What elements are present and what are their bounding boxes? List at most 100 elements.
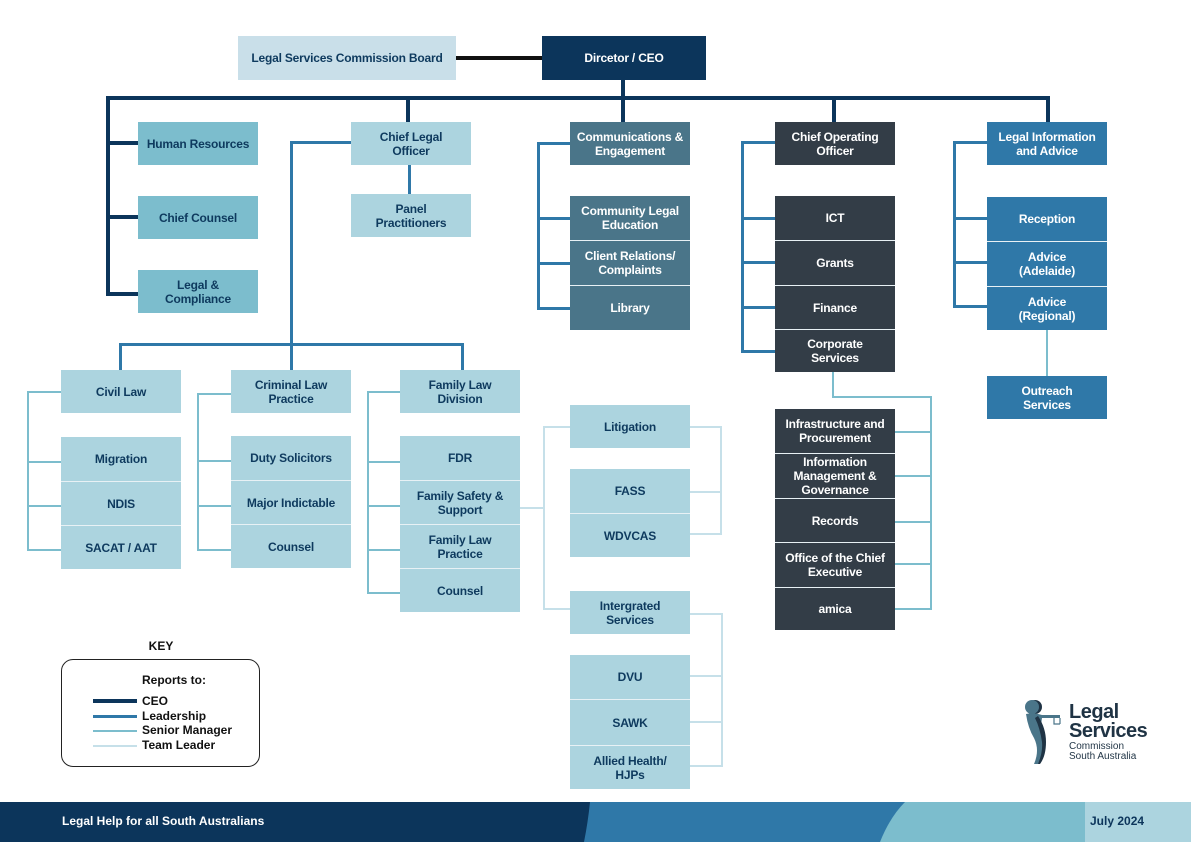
comm-team-label: Client Relations/ Complaints (584, 249, 676, 277)
lia-team-reception[interactable]: Reception (987, 197, 1107, 241)
connector-corp-office (894, 563, 932, 565)
lia-team-advice-adelaide[interactable]: Advice (Adelaide) (987, 241, 1107, 286)
corp-team-amica[interactable]: amica (775, 587, 895, 630)
connector-corp-across (832, 396, 932, 398)
criminal-law-box[interactable]: Criminal Law Practice (231, 370, 351, 413)
litigation-team-label: FASS (614, 484, 646, 498)
connector-family-trunk (367, 391, 369, 594)
family-team-practice[interactable]: Family Law Practice (400, 524, 520, 568)
connector-comm-trunk (537, 142, 540, 309)
connector-civil-migration (27, 461, 62, 463)
connector-lia-trunk (953, 141, 956, 307)
integrated-team-label: SAWK (612, 715, 648, 730)
connector-corp-records (894, 521, 932, 523)
logo-text-services: Services (1069, 720, 1148, 742)
connector-ceo-left-drop (106, 96, 110, 296)
connector-coo-drop (832, 96, 836, 122)
connector-corp-drop (832, 371, 834, 398)
board-box[interactable]: Legal Services Commission Board (238, 36, 456, 80)
civil-law-box[interactable]: Civil Law (61, 370, 181, 413)
panel-practitioners-label: Panel Practitioners (375, 201, 447, 230)
connector-ceo-bar (106, 96, 1050, 100)
comm-team-label: Community Legal Education (581, 204, 679, 232)
coo-label: Chief Operating Officer (791, 129, 879, 158)
connector-family-top (367, 391, 402, 393)
legal-compliance-label: Legal & Compliance (164, 277, 232, 306)
civil-team-ndis[interactable]: NDIS (61, 481, 181, 525)
family-team-label: Family Law Practice (428, 532, 492, 561)
ceo-box[interactable]: Dircetor / CEO (542, 36, 706, 80)
key-label-leadership: Leadership (142, 709, 207, 723)
key-swatch-senior-manager (93, 730, 137, 732)
litigation-box[interactable]: Litigation (570, 405, 690, 448)
connector-civil-ndis (27, 505, 62, 507)
integrated-team-allied-health[interactable]: Allied Health/ HJPs (570, 745, 690, 789)
litigation-label: Litigation (604, 419, 656, 434)
comm-team-cle[interactable]: Community Legal Education (570, 196, 690, 240)
integrated-team-label: DVU (617, 670, 643, 684)
outreach-services-label: Outreach Services (1021, 383, 1073, 412)
outreach-services-box[interactable]: Outreach Services (987, 376, 1107, 419)
connector-crim-trunk (197, 393, 199, 551)
connector-family-fss (367, 505, 402, 507)
integrated-services-box[interactable]: Intergrated Services (570, 591, 690, 634)
family-team-fdr[interactable]: FDR (400, 436, 520, 480)
integrated-team-sawk[interactable]: SAWK (570, 699, 690, 745)
connector-family-drop (461, 343, 464, 371)
civil-team-sacat[interactable]: SACAT / AAT (61, 525, 181, 569)
corp-team-office-chief-executive[interactable]: Office of the Chief Executive (775, 542, 895, 587)
litigation-team-fass[interactable]: FASS (570, 469, 690, 513)
legal-compliance-box[interactable]: Legal & Compliance (138, 270, 258, 313)
connector-lia-adelaide (953, 261, 988, 264)
family-team-counsel[interactable]: Counsel (400, 568, 520, 612)
family-team-label: FDR (447, 451, 473, 465)
connector-fss-integrated (543, 608, 571, 610)
legal-services-logo-icon (1025, 700, 1061, 764)
coo-team-label: Finance (813, 300, 857, 315)
chief-counsel-label: Chief Counsel (158, 210, 238, 225)
criminal-team-label: Counsel (268, 539, 314, 554)
litigation-team-wdvcas[interactable]: WDVCAS (570, 513, 690, 557)
family-team-safety-support[interactable]: Family Safety & Support (400, 480, 520, 524)
integrated-team-dvu[interactable]: DVU (570, 655, 690, 699)
corp-team-label: Infrastructure and Procurement (785, 417, 885, 445)
connector-crim-major (197, 505, 232, 507)
coo-box[interactable]: Chief Operating Officer (775, 122, 895, 165)
coo-team-ict[interactable]: ICT (775, 196, 895, 240)
connector-chief-counsel (106, 215, 138, 219)
panel-practitioners-box[interactable]: Panel Practitioners (351, 194, 471, 237)
coo-team-grants[interactable]: Grants (775, 240, 895, 285)
connector-hr (106, 141, 138, 145)
connector-int-sawk (689, 721, 723, 723)
corp-team-records[interactable]: Records (775, 498, 895, 542)
connector-lia-regional (953, 305, 988, 308)
connector-corp-amica (894, 608, 932, 610)
civil-team-migration[interactable]: Migration (61, 437, 181, 481)
connector-coo-corp (741, 350, 776, 353)
human-resources-box[interactable]: Human Resources (138, 122, 258, 165)
lia-team-advice-regional[interactable]: Advice (Regional) (987, 286, 1107, 330)
comm-team-library[interactable]: Library (570, 285, 690, 330)
corp-team-infrastructure[interactable]: Infrastructure and Procurement (775, 409, 895, 453)
comm-team-client-relations[interactable]: Client Relations/ Complaints (570, 240, 690, 285)
connector-lit-top (689, 426, 722, 428)
coo-team-corporate-services[interactable]: Corporate Services (775, 329, 895, 372)
connector-comm-top (537, 142, 570, 145)
criminal-team-major[interactable]: Major Indictable (231, 480, 351, 524)
criminal-team-duty[interactable]: Duty Solicitors (231, 436, 351, 480)
family-law-box[interactable]: Family Law Division (400, 370, 520, 413)
corp-team-information-management[interactable]: Information Management & Governance (775, 453, 895, 498)
connector-coo-trunk (741, 141, 744, 353)
legal-info-box[interactable]: Legal Information and Advice (987, 122, 1107, 165)
coo-team-finance[interactable]: Finance (775, 285, 895, 329)
criminal-team-counsel[interactable]: Counsel (231, 524, 351, 568)
connector-legal-compliance (106, 292, 138, 296)
family-team-label: Counsel (437, 583, 483, 598)
chief-counsel-box[interactable]: Chief Counsel (138, 196, 258, 239)
connector-lit-fass (689, 491, 722, 493)
chief-legal-officer-box[interactable]: Chief Legal Officer (351, 122, 471, 165)
chief-legal-officer-label: Chief Legal Officer (379, 129, 443, 158)
communications-box[interactable]: Communications & Engagement (570, 122, 690, 165)
criminal-team-label: Major Indictable (246, 495, 336, 510)
connector-corp-info (894, 475, 932, 477)
